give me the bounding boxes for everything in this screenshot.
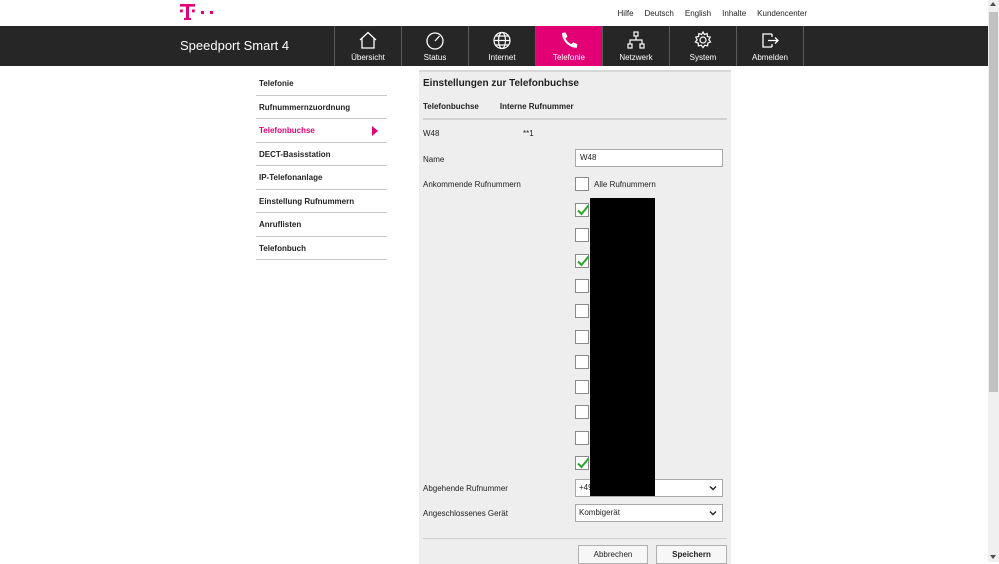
page-scrollbar[interactable] [988, 0, 999, 562]
contents-link[interactable]: Inhalte [722, 9, 746, 18]
top-links: Hilfe Deutsch English Inhalte Kundencent… [618, 9, 807, 18]
main-nav: Übersicht Status Internet Telefonie Netz… [334, 26, 804, 66]
panel-tabs: Telefonbuchse Interne Rufnummer [423, 102, 574, 111]
sidebar-item-einstellung-rufnummern[interactable]: Einstellung Rufnummern [256, 190, 387, 213]
incoming-number-checkbox[interactable] [575, 304, 589, 319]
nav-internet[interactable]: Internet [468, 26, 535, 66]
tab-interne-rufnummer[interactable]: Interne Rufnummer [500, 102, 574, 111]
sidebar-item-dect[interactable]: DECT-Basisstation [256, 143, 387, 166]
telekom-logo[interactable] [180, 3, 220, 23]
language-english-link[interactable]: English [685, 9, 711, 18]
sidebar-item-telefonbuchse[interactable]: Telefonbuchse [256, 119, 387, 143]
customer-center-link[interactable]: Kundencenter [757, 9, 807, 18]
header-bar: Speedport Smart 4 Übersicht Status Inter… [0, 26, 988, 66]
incoming-number-checkbox[interactable] [575, 278, 589, 293]
sidebar-item-telefonie[interactable]: Telefonie [256, 72, 387, 96]
nav-label: Abmelden [751, 53, 789, 62]
incoming-number-checkbox[interactable] [575, 329, 589, 344]
name-label: Name [423, 155, 445, 164]
brand-title: Speedport Smart 4 [180, 38, 290, 53]
settings-panel: Einstellungen zur Telefonbuchse Telefonb… [419, 70, 731, 564]
nav-label: Telefonie [552, 53, 586, 62]
gauge-icon [426, 32, 444, 50]
incoming-number-checkbox[interactable] [575, 380, 589, 395]
nav-network[interactable]: Netzwerk [602, 26, 669, 66]
language-german-link[interactable]: Deutsch [645, 9, 674, 18]
incoming-number-checkbox[interactable] [575, 405, 589, 420]
sidebar-item-anruflisten[interactable]: Anruflisten [256, 213, 387, 237]
active-arrow-icon [372, 126, 378, 136]
sidebar-item-ip-telefonanlage[interactable]: IP-Telefonanlage [256, 166, 387, 190]
chevron-down-icon [709, 486, 717, 491]
network-icon [627, 31, 645, 49]
nav-status[interactable]: Status [401, 26, 468, 66]
top-bar: Hilfe Deutsch English Inhalte Kundencent… [0, 0, 988, 26]
help-link[interactable]: Hilfe [618, 9, 634, 18]
sidebar: Telefonie Rufnummernzuordnung Telefonbuc… [256, 72, 387, 260]
redaction-block [590, 198, 655, 496]
incoming-number-checkbox[interactable] [575, 354, 589, 369]
sidebar-item-telefonbuch[interactable]: Telefonbuch [256, 237, 387, 260]
checkmark-icon [577, 204, 590, 216]
internal-number: **1 [523, 129, 534, 138]
incoming-number-checkbox[interactable] [575, 253, 590, 268]
nav-label: Status [423, 53, 447, 62]
chevron-down-icon [709, 511, 717, 516]
scroll-down-icon[interactable] [990, 555, 996, 559]
logout-icon [762, 33, 779, 48]
device-type-value: Kombigerät [579, 508, 620, 517]
nav-label: Internet [488, 53, 516, 62]
checkmark-icon [577, 255, 590, 267]
phone-icon [562, 32, 578, 48]
all-numbers-checkbox[interactable] [575, 177, 589, 191]
nav-label: Netzwerk [619, 53, 653, 62]
nav-label: System [689, 53, 717, 62]
name-field[interactable]: W48 [575, 149, 723, 167]
incoming-number-checkbox[interactable] [575, 456, 590, 470]
all-numbers-label: Alle Rufnummern [594, 180, 656, 189]
button-row-divider [423, 538, 727, 539]
device-id: W48 [423, 129, 440, 138]
tab-divider [423, 118, 727, 120]
incoming-number-checkbox[interactable] [575, 203, 590, 217]
outgoing-number-label: Abgehende Rufnummer [423, 484, 508, 493]
nav-telephony[interactable]: Telefonie [535, 26, 602, 66]
tab-telefonbuchse[interactable]: Telefonbuchse [423, 102, 479, 111]
cancel-button[interactable]: Abbrechen [578, 545, 648, 564]
page-title: Einstellungen zur Telefonbuchse [423, 78, 579, 89]
sidebar-item-label: Telefonbuchse [259, 126, 315, 135]
globe-icon [493, 31, 511, 50]
nav-logout[interactable]: Abmelden [736, 26, 804, 66]
home-icon [359, 31, 377, 49]
gear-icon [694, 30, 712, 49]
save-button[interactable]: Speichern [656, 545, 727, 564]
incoming-number-checkbox[interactable] [575, 228, 589, 243]
sidebar-item-rufnummernzuordnung[interactable]: Rufnummernzuordnung [256, 96, 387, 119]
nav-system[interactable]: System [669, 26, 736, 66]
scroll-up-icon[interactable] [990, 2, 996, 6]
scroll-thumb[interactable] [989, 12, 998, 392]
device-type-select[interactable]: Kombigerät [575, 504, 723, 522]
incoming-number-checkbox[interactable] [575, 430, 589, 445]
checkmark-icon [577, 457, 590, 469]
incoming-numbers-label: Ankommende Rufnummern [423, 180, 521, 189]
nav-overview[interactable]: Übersicht [334, 26, 401, 66]
nav-label: Übersicht [351, 53, 385, 62]
device-type-label: Angeschlossenes Gerät [423, 509, 508, 518]
